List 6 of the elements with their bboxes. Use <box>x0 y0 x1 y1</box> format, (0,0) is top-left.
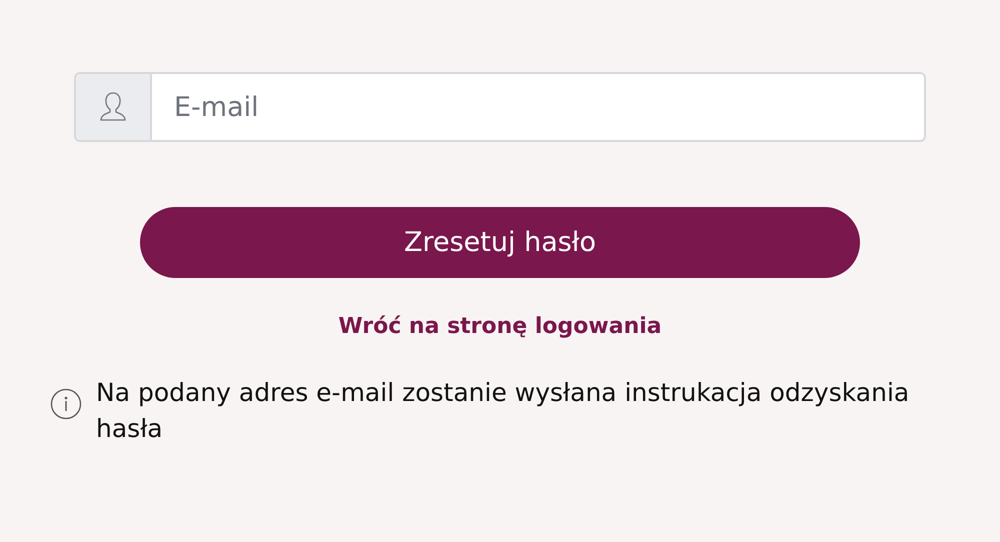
info-text: Na podany adres e-mail zostanie wysłana instrukacja odzyskania hasła <box>96 377 910 445</box>
back-to-login-link[interactable]: Wróć na stronę logowania <box>338 314 662 339</box>
user-icon <box>99 91 127 123</box>
reset-password-button[interactable]: Zresetuj hasło <box>140 207 860 278</box>
info-icon <box>50 388 82 420</box>
email-field[interactable]: E-mail <box>74 72 926 142</box>
